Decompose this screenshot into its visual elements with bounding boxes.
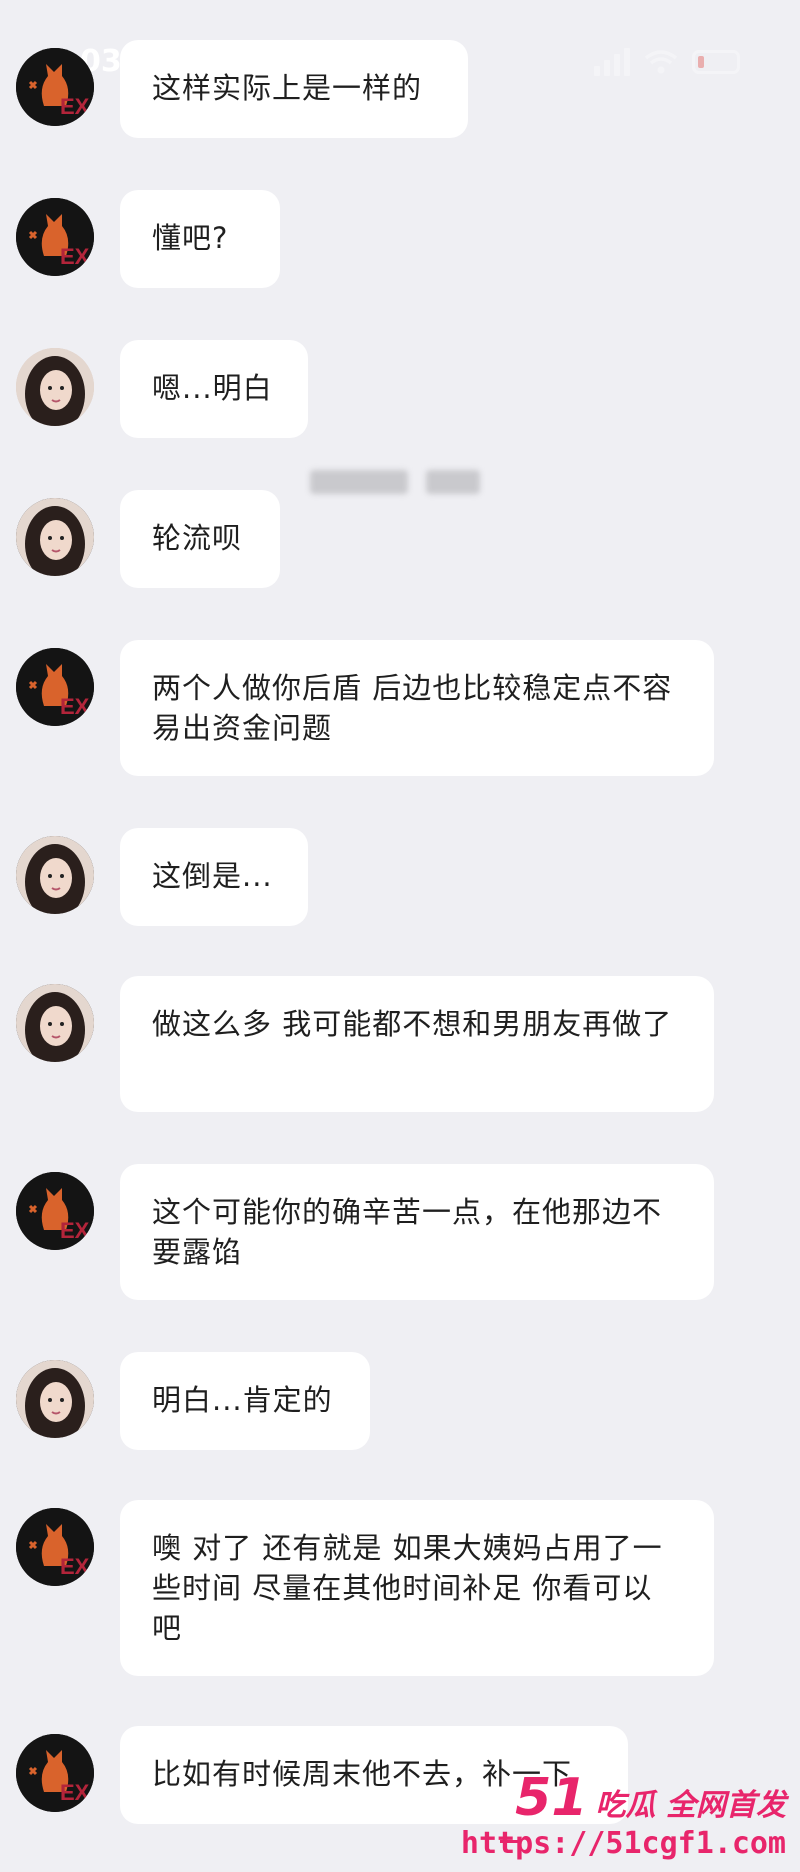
message-text: 做这么多 我可能都不想和男朋友再做了 [152, 1007, 673, 1041]
message-text: 懂吧? [152, 221, 229, 255]
cat-avatar[interactable]: EX [16, 48, 94, 126]
chat-bubble: 懂吧? [120, 190, 280, 288]
watermark: 51 吃瓜 全网首发 https://51cgf1.com [461, 1768, 800, 1872]
message-text: 这样实际上是一样的 [152, 71, 423, 105]
watermark-slogan: 吃瓜 全网首发 [595, 1788, 786, 1823]
message-text: 轮流呗 [152, 521, 243, 555]
chat-bubble: 两个人做你后盾 后边也比较稳定点不容易出资金问题 [120, 640, 714, 776]
message-text: 嗯...明白 [152, 371, 273, 405]
message-text: 明白...肯定的 [152, 1383, 333, 1417]
chat-bubble: 这倒是... [120, 828, 308, 926]
cat-avatar[interactable]: EX [16, 648, 94, 726]
chat-bubble: 噢 对了 还有就是 如果大姨妈占用了一些时间 尽量在其他时间补足 你看可以吧 [120, 1500, 714, 1676]
girl-avatar[interactable] [16, 984, 94, 1062]
cat-avatar[interactable]: EX [16, 1508, 94, 1586]
blurred-username [310, 470, 500, 498]
wifi-icon [644, 50, 678, 74]
chat-bubble: 嗯...明白 [120, 340, 308, 438]
message-text: 这个可能你的确辛苦一点，在他那边不要露馅 [152, 1195, 663, 1269]
chat-bubble: 做这么多 我可能都不想和男朋友再做了 [120, 976, 714, 1112]
chat-bubble: 这样实际上是一样的 [120, 40, 468, 138]
status-bar [594, 42, 740, 82]
svg-text:EX: EX [60, 1218, 90, 1243]
svg-text:EX: EX [60, 244, 90, 269]
cat-avatar[interactable]: EX [16, 1734, 94, 1812]
message-text: 两个人做你后盾 后边也比较稳定点不容易出资金问题 [152, 671, 673, 745]
watermark-title: 51 吃瓜 全网首发 [515, 1768, 786, 1828]
girl-avatar[interactable] [16, 1360, 94, 1438]
svg-text:EX: EX [60, 1554, 90, 1579]
watermark-brand: 51 [515, 1768, 588, 1828]
cat-avatar[interactable]: EX [16, 198, 94, 276]
battery-icon [692, 50, 740, 74]
cat-avatar[interactable]: EX [16, 1172, 94, 1250]
girl-avatar[interactable] [16, 836, 94, 914]
watermark-url: https://51cgf1.com [460, 1826, 786, 1861]
chat-bubble: 轮流呗 [120, 490, 280, 588]
message-text: 噢 对了 还有就是 如果大姨妈占用了一些时间 尽量在其他时间补足 你看可以吧 [152, 1531, 663, 1645]
chat-bubble: 明白...肯定的 [120, 1352, 370, 1450]
signal-icon [594, 48, 630, 76]
svg-text:EX: EX [60, 694, 90, 719]
girl-avatar[interactable] [16, 498, 94, 576]
girl-avatar[interactable] [16, 348, 94, 426]
message-text: 这倒是... [152, 859, 273, 893]
svg-text:EX: EX [60, 1780, 90, 1805]
chat-bubble: 这个可能你的确辛苦一点，在他那边不要露馅 [120, 1164, 714, 1300]
svg-text:EX: EX [60, 94, 90, 119]
